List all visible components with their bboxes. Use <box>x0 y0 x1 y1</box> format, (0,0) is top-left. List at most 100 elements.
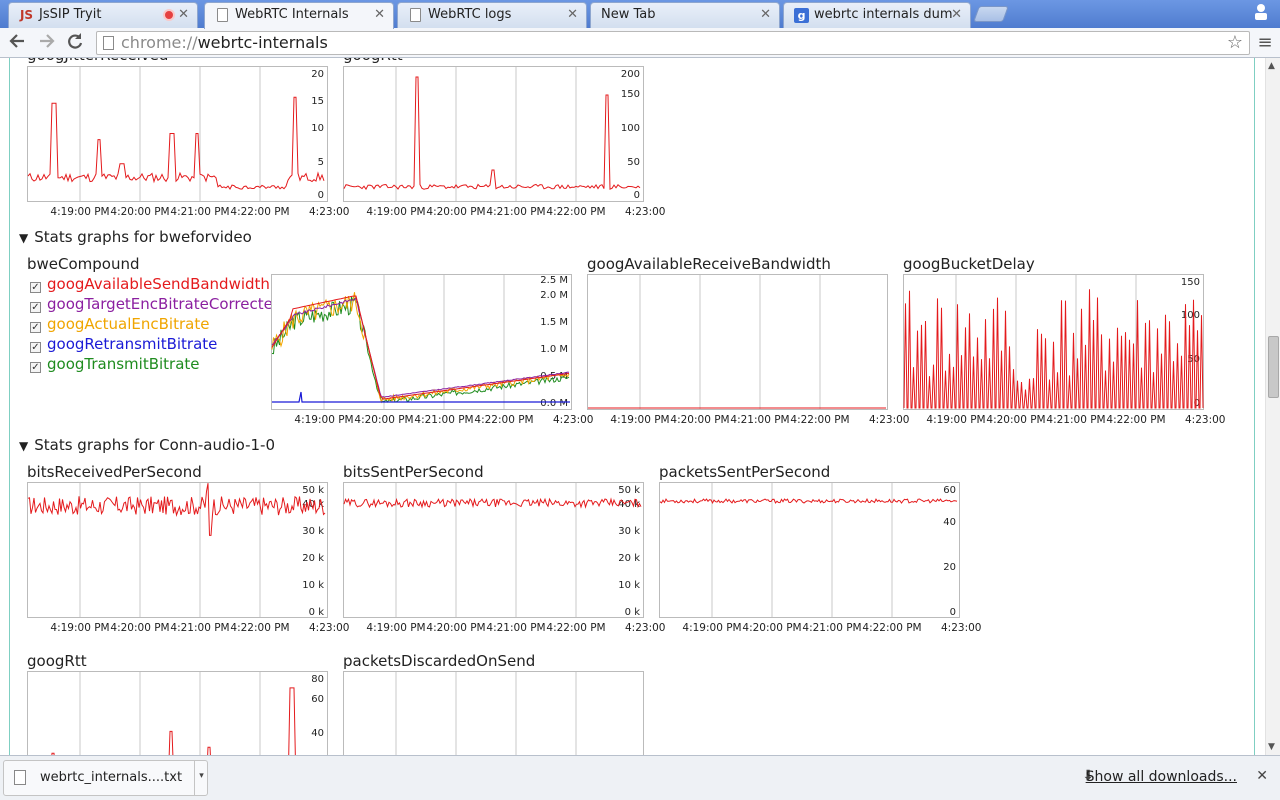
y-tick-label: 20 <box>943 562 956 573</box>
frame-border <box>9 58 10 755</box>
new-tab-button[interactable] <box>973 6 1009 22</box>
scroll-thumb[interactable] <box>1268 336 1279 398</box>
scroll-down-icon[interactable]: ▼ <box>1268 742 1275 752</box>
close-icon[interactable]: ✕ <box>178 3 189 27</box>
time-tick-label: 4:20:00 PM <box>986 414 1045 426</box>
time-tick-label: 4:22:00 PM <box>546 206 605 218</box>
page-content: googJitterReceived googRtt 4:19:00 PM4:2… <box>0 58 1280 755</box>
plot-svg: 4:19:00 PM4:20:00 PM4:21:00 PM4:22:00 PM… <box>659 482 981 634</box>
tab-jssip[interactable]: JS JsSIP Tryit ✕ <box>8 2 198 28</box>
collapse-triangle-icon: ▼ <box>19 439 29 453</box>
close-icon[interactable]: ✕ <box>567 3 578 27</box>
y-tick-label: 200 <box>621 69 640 80</box>
legend-checkbox[interactable]: ✓ <box>30 362 41 373</box>
close-icon[interactable]: ✕ <box>1256 768 1268 784</box>
time-tick-label: 4:22:00 PM <box>230 206 289 218</box>
legend-checkbox[interactable]: ✓ <box>30 302 41 313</box>
close-icon[interactable]: ✕ <box>951 3 962 27</box>
section-bweforvideo[interactable]: ▼ Stats graphs for bweforvideo <box>19 228 252 246</box>
close-icon[interactable]: ✕ <box>760 3 771 27</box>
graph-label: bitsReceivedPerSecond <box>27 463 202 481</box>
legend: ✓ googAvailableSendBandwidth ✓ googTargetEn… <box>30 274 282 374</box>
menu-icon[interactable]: ≡ <box>1254 32 1276 54</box>
time-tick-label: 4:20:00 PM <box>670 414 729 426</box>
forward-button[interactable] <box>36 32 58 54</box>
tab-google-search[interactable]: g webrtc internals dum ✕ <box>783 2 971 28</box>
time-tick-label: 4:22:00 PM <box>474 414 533 426</box>
y-tick-label: 50 <box>627 157 640 168</box>
legend-checkbox[interactable]: ✓ <box>30 322 41 333</box>
toolbar: chrome://webrtc-internals ☆ ≡ <box>0 28 1280 58</box>
plot-svg: 4:19:00 PM4:20:00 PM4:21:00 PM4:22:00 PM… <box>27 482 349 634</box>
y-tick-label: 0.0 M <box>540 398 568 409</box>
time-tick-label: 4:21:00 PM <box>730 414 789 426</box>
tab-new-tab[interactable]: New Tab ✕ <box>590 2 780 28</box>
y-tick-label: 0 <box>318 190 324 201</box>
chevron-down-icon[interactable]: ▾ <box>194 761 208 795</box>
y-tick-label: 0 k <box>309 607 325 618</box>
legend-item[interactable]: ✓ googActualEncBitrate <box>30 314 282 334</box>
tab-webrtc-logs[interactable]: WebRTC logs ✕ <box>397 2 587 28</box>
y-tick-label: 10 k <box>302 580 324 591</box>
back-button[interactable] <box>6 32 28 54</box>
address-bar[interactable]: chrome://webrtc-internals ☆ <box>96 31 1250 55</box>
legend-item[interactable]: ✓ googRetransmitBitrate <box>30 334 282 354</box>
tab-webrtc-internals[interactable]: WebRTC Internals ✕ <box>204 2 394 29</box>
legend-item[interactable]: ✓ googTransmitBitrate <box>30 354 282 374</box>
show-all-downloads-link[interactable]: Show all downloads... <box>1086 769 1237 785</box>
y-tick-label: 80 <box>311 674 324 685</box>
y-tick-label: 20 k <box>302 553 324 564</box>
section-conn-audio[interactable]: ▼ Stats graphs for Conn-audio-1-0 <box>19 436 275 454</box>
y-tick-label: 1.0 M <box>540 344 568 355</box>
vertical-scrollbar[interactable]: ▲ ▼ <box>1265 58 1280 755</box>
graph-label: googJitterReceived <box>27 58 168 64</box>
y-tick-label: 40 <box>943 517 956 528</box>
section-title: Stats graphs for Conn-audio-1-0 <box>34 436 276 454</box>
y-tick-label: 2.5 M <box>540 275 568 286</box>
time-tick-label: 4:23:00 <box>1185 414 1225 426</box>
scroll-up-icon[interactable]: ▲ <box>1268 61 1275 71</box>
graph-packets-sent: 4:19:00 PM 4:20:00 PM 4:21:00 PM 4:22:00 PM… <box>659 482 981 642</box>
close-icon[interactable]: ✕ <box>374 3 385 27</box>
graph-bucket-delay: 4:19:00 PM 4:20:00 PM 4:21:00 PM 4:22:00 PM… <box>903 274 1225 434</box>
y-tick-label: 0 <box>950 607 956 618</box>
graph-packets-discarded: 4:19:00 PM4:20:00 PM4:21:00 PM4:22:00 PM… <box>343 671 644 755</box>
legend-item[interactable]: ✓ googTargetEncBitrateCorrected <box>30 294 282 314</box>
y-tick-label: 10 k <box>618 580 640 591</box>
time-tick-label: 4:20:00 PM <box>354 414 413 426</box>
graph-label: packetsDiscardedOnSend <box>343 652 536 670</box>
time-tick-label: 4:19:00 PM <box>50 206 109 218</box>
graph-label: packetsSentPerSecond <box>659 463 831 481</box>
legend-checkbox[interactable]: ✓ <box>30 342 41 353</box>
user-icon[interactable] <box>1254 3 1268 21</box>
legend-label: googTargetEncBitrateCorrected <box>47 295 283 313</box>
collapse-triangle-icon: ▼ <box>19 231 29 245</box>
download-item[interactable]: webrtc_internals....txt ▾ <box>3 760 208 796</box>
time-tick-label: 4:19:00 PM <box>682 622 741 634</box>
time-tick-label: 4:23:00 <box>941 622 981 634</box>
y-tick-label: 15 <box>311 96 324 107</box>
plot-svg: 4:19:00 PM4:20:00 PM4:21:00 PM4:22:00 PM… <box>27 671 328 755</box>
y-tick-label: 150 <box>1181 277 1200 288</box>
tab-title: webrtc internals dum <box>814 7 953 22</box>
time-tick-label: 4:22:00 PM <box>546 622 605 634</box>
y-tick-label: 60 <box>311 694 324 705</box>
graph-bits-received: 4:19:00 PM 4:20:00 PM 4:21:00 PM 4:22:00 PM… <box>27 482 349 642</box>
time-tick-label: 4:19:00 PM <box>610 414 669 426</box>
time-tick-label: 4:22:00 PM <box>230 622 289 634</box>
graph-bwe-compound: 4:19:00 PM 4:20:00 PM 4:21:00 PM 4:22:00 PM… <box>271 274 593 434</box>
star-icon[interactable]: ☆ <box>1227 32 1243 54</box>
y-tick-label: 2.0 M <box>540 290 568 301</box>
time-tick-label: 4:22:00 PM <box>862 622 921 634</box>
legend-checkbox[interactable]: ✓ <box>30 282 41 293</box>
google-icon: g <box>794 8 809 23</box>
legend-item[interactable]: ✓ googAvailableSendBandwidth <box>30 274 282 294</box>
download-file-name: webrtc_internals....txt <box>40 770 183 785</box>
plot-svg: 4:19:00 PM4:20:00 PM4:21:00 PM4:22:00 PM… <box>27 66 349 218</box>
graph-label: googBucketDelay <box>903 255 1035 273</box>
section-title: Stats graphs for bweforvideo <box>34 228 252 246</box>
y-tick-label: 10 <box>311 123 324 134</box>
y-tick-label: 1.5 M <box>540 317 568 328</box>
time-tick-label: 4:22:00 PM <box>1106 414 1165 426</box>
reload-button[interactable] <box>64 32 86 54</box>
